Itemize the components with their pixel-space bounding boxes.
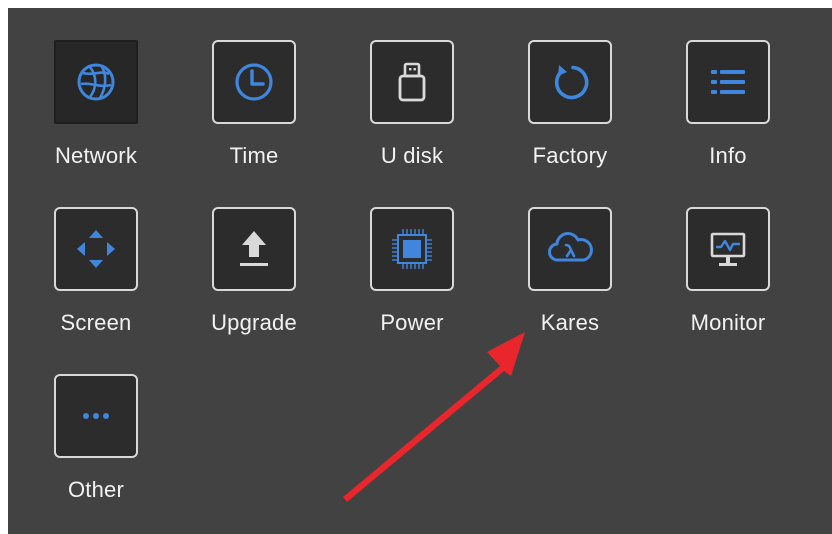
network-icon-box[interactable] — [54, 40, 138, 124]
screen-icon-box[interactable] — [54, 207, 138, 291]
menu-item-power[interactable]: Power — [332, 175, 492, 335]
kares-icon-box[interactable] — [528, 207, 612, 291]
chip-icon — [392, 229, 432, 269]
menu-item-label: Network — [54, 143, 138, 168]
menu-item-label: Other — [67, 477, 125, 502]
upload-icon — [240, 231, 268, 266]
factory-icon-box[interactable] — [528, 40, 612, 124]
menu-item-label: Info — [709, 143, 747, 168]
other-icon-box[interactable] — [54, 374, 138, 458]
menu-item-screen[interactable]: Screen — [16, 175, 176, 335]
reset-icon — [554, 65, 589, 100]
more-icon — [83, 413, 109, 419]
menu-item-info[interactable]: Info — [648, 8, 808, 168]
menu-item-upgrade[interactable]: Upgrade — [174, 175, 334, 335]
menu-item-factory[interactable]: Factory — [490, 8, 650, 168]
menu-item-time[interactable]: Time — [174, 8, 334, 168]
monitor-icon — [710, 232, 746, 266]
list-icon — [711, 70, 745, 94]
menu-item-label: Monitor — [690, 310, 766, 335]
menu-item-label: Factory — [532, 143, 608, 168]
move-arrows-icon — [77, 230, 115, 268]
menu-item-monitor[interactable]: Monitor — [648, 175, 808, 335]
menu-item-label: Screen — [60, 310, 132, 335]
menu-item-label: Power — [380, 310, 444, 335]
menu-item-label: U disk — [380, 143, 444, 168]
u-disk-icon-box[interactable] — [370, 40, 454, 124]
info-icon-box[interactable] — [686, 40, 770, 124]
time-icon-box[interactable] — [212, 40, 296, 124]
monitor-icon-box[interactable] — [686, 207, 770, 291]
menu-item-u-disk[interactable]: U disk — [332, 8, 492, 168]
clock-icon — [235, 63, 273, 101]
power-icon-box[interactable] — [370, 207, 454, 291]
menu-item-label: Kares — [540, 310, 600, 335]
menu-item-kares[interactable]: Kares — [490, 175, 650, 335]
settings-panel: Network Time U disk Factory Info Screen … — [8, 8, 832, 534]
menu-item-label: Time — [229, 143, 279, 168]
menu-item-label: Upgrade — [211, 310, 297, 335]
globe-icon — [77, 63, 115, 101]
cloud-lambda-icon — [548, 232, 593, 262]
upgrade-icon-box[interactable] — [212, 207, 296, 291]
menu-item-other[interactable]: Other — [16, 342, 176, 502]
usb-drive-icon — [398, 62, 426, 102]
menu-item-network[interactable]: Network — [16, 8, 176, 168]
